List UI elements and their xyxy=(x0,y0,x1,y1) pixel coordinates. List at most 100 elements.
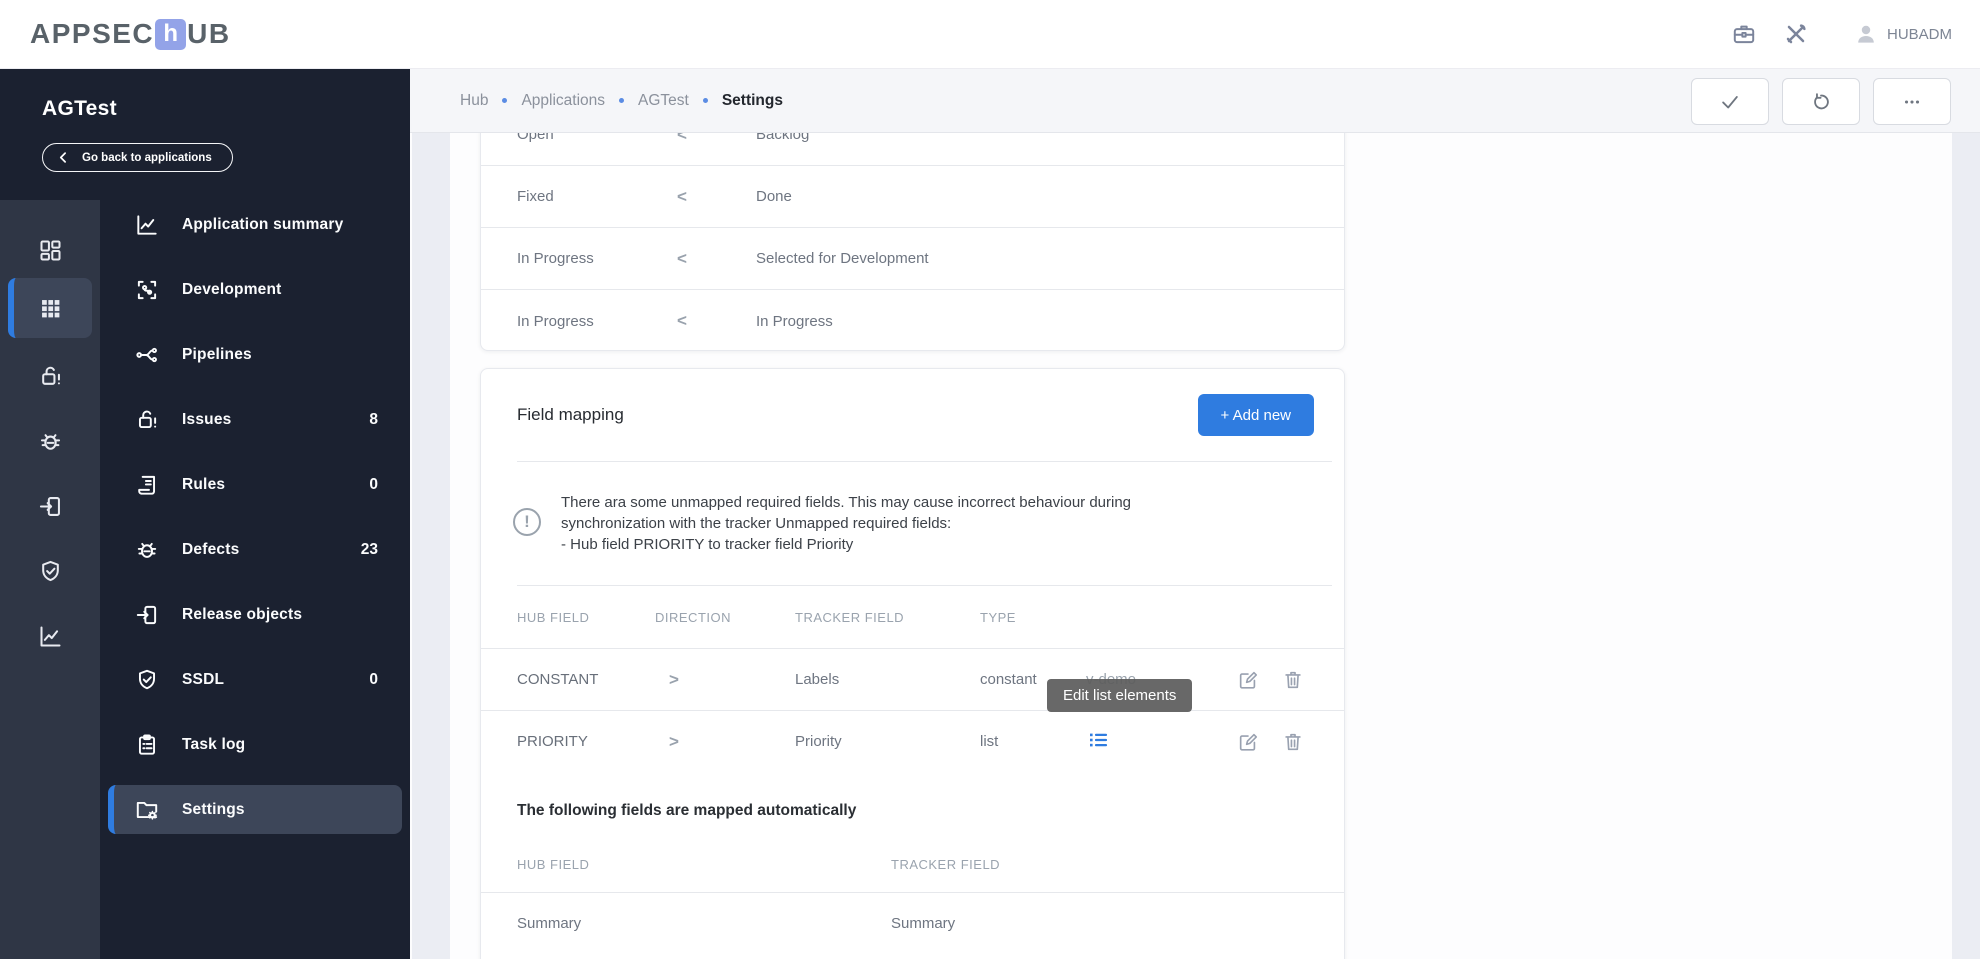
tracker-status: Selected for Development xyxy=(756,250,929,267)
briefcase-icon[interactable] xyxy=(1731,21,1757,47)
hub-field: CONSTANT xyxy=(517,671,599,688)
rail-item-defects[interactable] xyxy=(0,421,100,461)
sidebar-item-development[interactable]: Development xyxy=(108,265,402,314)
apps-grid-icon xyxy=(41,299,59,317)
tracker-field: Priority xyxy=(795,733,842,750)
sidebar-item-defects[interactable]: Defects 23 xyxy=(108,525,402,574)
sidebar-item-application-summary[interactable]: Application summary xyxy=(108,200,402,249)
sidebar-item-task-log[interactable]: Task log xyxy=(108,720,402,769)
menu-label: Application summary xyxy=(182,215,344,233)
menu-label: Development xyxy=(182,280,282,298)
refresh-icon xyxy=(1814,92,1829,109)
chevron-left-icon xyxy=(59,152,66,163)
trash-icon[interactable] xyxy=(1282,731,1304,753)
app-logo[interactable]: APPSEC h UB xyxy=(30,18,231,50)
user-menu[interactable]: HUBADM xyxy=(1853,21,1952,47)
sidebar-item-pipelines[interactable]: Pipelines xyxy=(108,330,402,379)
go-back-button[interactable]: Go back to applications xyxy=(42,143,233,172)
hub-status: In Progress xyxy=(517,250,594,267)
sidebar-item-rules[interactable]: Rules 0 xyxy=(108,460,402,509)
settings-content-panel[interactable]: Open < Backlog Fixed < Done In Progress … xyxy=(410,133,1980,959)
menu-label: Defects xyxy=(182,540,240,558)
rail-item-applications[interactable] xyxy=(0,288,100,328)
page-scrollbar-track[interactable] xyxy=(1952,133,1980,959)
add-new-button[interactable]: + Add new xyxy=(1197,394,1314,436)
column-header-tracker-field: TRACKER FIELD xyxy=(891,856,1001,872)
edit-icon[interactable] xyxy=(1237,669,1259,691)
breadcrumb-separator xyxy=(619,98,625,103)
sidebar-item-settings[interactable]: Settings xyxy=(108,785,402,834)
tools-icon[interactable] xyxy=(1783,21,1809,47)
menu-label: Release objects xyxy=(182,605,303,623)
direction-chevron-right: > xyxy=(669,669,679,689)
unmapped-fields-warning: ! There ara some unmapped required field… xyxy=(481,462,1344,585)
auto-mapping-row: Summary Summary xyxy=(481,892,1344,954)
rail-item-issues[interactable] xyxy=(0,356,100,396)
column-header-tracker-field: TRACKER FIELD xyxy=(795,609,905,625)
menu-count-badge: 8 xyxy=(369,410,378,428)
bug-icon xyxy=(40,433,60,450)
status-mapping-row: Fixed < Done xyxy=(481,166,1344,228)
list-elements-icon[interactable] xyxy=(1086,728,1110,752)
warning-line: - Hub field PRIORITY to tracker field Pr… xyxy=(561,536,854,553)
app-header: APPSEC h UB HUBADM xyxy=(0,0,1980,69)
person-icon xyxy=(1858,25,1874,43)
shield-check-icon xyxy=(138,669,156,689)
direction-chevron-left: < xyxy=(677,133,687,144)
alert-circle-icon: ! xyxy=(513,508,541,536)
breadcrumb-separator xyxy=(502,98,508,103)
content-scrollbar-track[interactable] xyxy=(412,133,450,959)
logo-text-pre: APPSEC xyxy=(30,18,155,49)
direction-chevron-right: > xyxy=(669,731,679,751)
sign-in-icon xyxy=(39,496,60,516)
script-icon xyxy=(138,475,156,495)
clipboard-list-icon xyxy=(138,733,156,755)
breadcrumb-bar: Hub Applications AGTest Settings xyxy=(410,69,1980,133)
menu-label: Rules xyxy=(182,475,226,493)
tracker-status: In Progress xyxy=(756,312,833,330)
column-header-direction: DIRECTION xyxy=(655,609,731,625)
confirm-button[interactable] xyxy=(1691,78,1769,125)
column-header-hub-field: HUB FIELD xyxy=(517,856,590,872)
status-mapping-row: In Progress < In Progress xyxy=(481,290,1344,350)
bug-icon xyxy=(137,542,157,558)
direction-chevron-left: < xyxy=(677,311,687,330)
menu-count-badge: 0 xyxy=(369,670,378,688)
breadcrumb-separator xyxy=(702,98,708,103)
rail-item-release-objects[interactable] xyxy=(0,486,100,526)
pipeline-fork-icon xyxy=(136,347,157,362)
field-mapping-title: Field mapping xyxy=(517,405,624,424)
refresh-button[interactable] xyxy=(1782,78,1860,125)
warning-line: synchronization with the tracker Unmappe… xyxy=(561,515,952,532)
rail-item-dashboard[interactable] xyxy=(0,230,100,270)
tracker-status: Done xyxy=(756,188,792,205)
breadcrumb-agtest[interactable]: AGTest xyxy=(638,92,689,110)
breadcrumb-applications[interactable]: Applications xyxy=(521,92,605,110)
sidebar-item-ssdl[interactable]: SSDL 0 xyxy=(108,655,402,704)
column-header-hub-field: HUB FIELD xyxy=(517,609,590,625)
hub-status: In Progress xyxy=(517,312,594,330)
auto-mapping-table-header: HUB FIELD TRACKER FIELD xyxy=(481,836,1344,892)
sidebar-menu: Application summary Development Pipeline… xyxy=(100,200,410,850)
tracker-field: Summary xyxy=(891,915,956,932)
code-branch-icon xyxy=(137,280,157,299)
edit-icon[interactable] xyxy=(1237,731,1259,753)
more-options-button[interactable] xyxy=(1873,78,1951,125)
chart-line-icon xyxy=(137,214,157,235)
menu-label: Issues xyxy=(182,410,232,428)
rail-item-summary[interactable] xyxy=(0,616,100,656)
trash-icon[interactable] xyxy=(1282,669,1304,691)
rail-item-ssdl[interactable] xyxy=(0,551,100,591)
icon-rail xyxy=(0,200,100,959)
breadcrumb-hub[interactable]: Hub xyxy=(460,92,488,110)
menu-count-badge: 0 xyxy=(369,475,378,493)
field-mapping-row-constant: CONSTANT > Labels constant v-demo xyxy=(481,648,1344,710)
menu-label: Settings xyxy=(182,800,245,818)
sidebar-item-release-objects[interactable]: Release objects xyxy=(108,590,402,639)
menu-count-badge: 23 xyxy=(360,540,378,558)
logo-h-tile: h xyxy=(155,18,187,50)
status-mapping-card: Open < Backlog Fixed < Done In Progress … xyxy=(480,133,1345,351)
folder-gear-icon xyxy=(136,801,158,820)
go-back-label: Go back to applications xyxy=(82,151,212,164)
sidebar-item-issues[interactable]: Issues 8 xyxy=(108,395,402,444)
